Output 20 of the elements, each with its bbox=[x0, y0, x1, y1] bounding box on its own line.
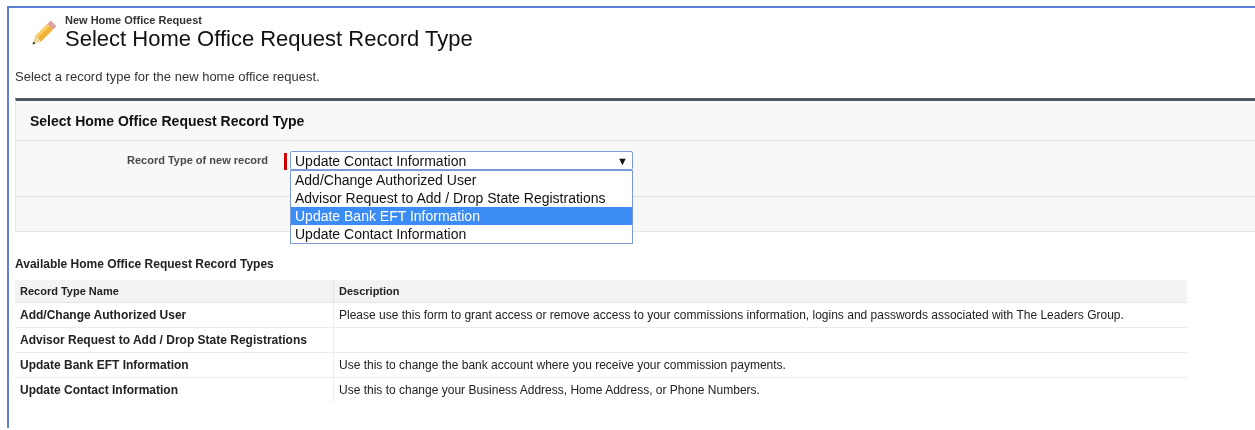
table-cell: Advisor Request to Add / Drop State Registrations bbox=[15, 327, 334, 353]
table-cell: Please use this form to grant access or remove access to your commissions information, logins and passwords associated with The Leaders Group. bbox=[333, 302, 1187, 328]
record-type-select[interactable]: Update Contact Information ▼ bbox=[290, 151, 633, 170]
column-header: Description bbox=[333, 280, 1187, 303]
table-cell: Update Contact Information bbox=[15, 377, 334, 402]
dropdown-option[interactable]: Update Contact Information bbox=[291, 225, 632, 243]
dropdown-arrow-icon: ▼ bbox=[617, 154, 628, 167]
object-name: New Home Office Request bbox=[65, 14, 203, 26]
panel-title: Select Home Office Request Record Type bbox=[16, 101, 1255, 141]
table-cell: Use this to change the bank account where you receive your commission payments. bbox=[333, 352, 1187, 378]
field-label: Record Type of new record bbox=[126, 153, 268, 166]
instructions-text: Select a record type for the new home office request. bbox=[15, 69, 321, 84]
table-cell: Update Bank EFT Information bbox=[15, 352, 334, 378]
dropdown-option[interactable]: Add/Change Authorized User bbox=[291, 171, 632, 189]
dropdown-option[interactable]: Advisor Request to Add / Drop State Registrations bbox=[291, 189, 632, 207]
column-header: Record Type Name bbox=[15, 280, 334, 303]
page-title: Select Home Office Request Record Type bbox=[65, 26, 473, 52]
section-title: Available Home Office Request Record Types bbox=[15, 257, 275, 271]
table-cell: Use this to change your Business Address, Home Address, or Phone Numbers. bbox=[333, 377, 1187, 402]
table-cell: Add/Change Authorized User bbox=[15, 302, 334, 328]
